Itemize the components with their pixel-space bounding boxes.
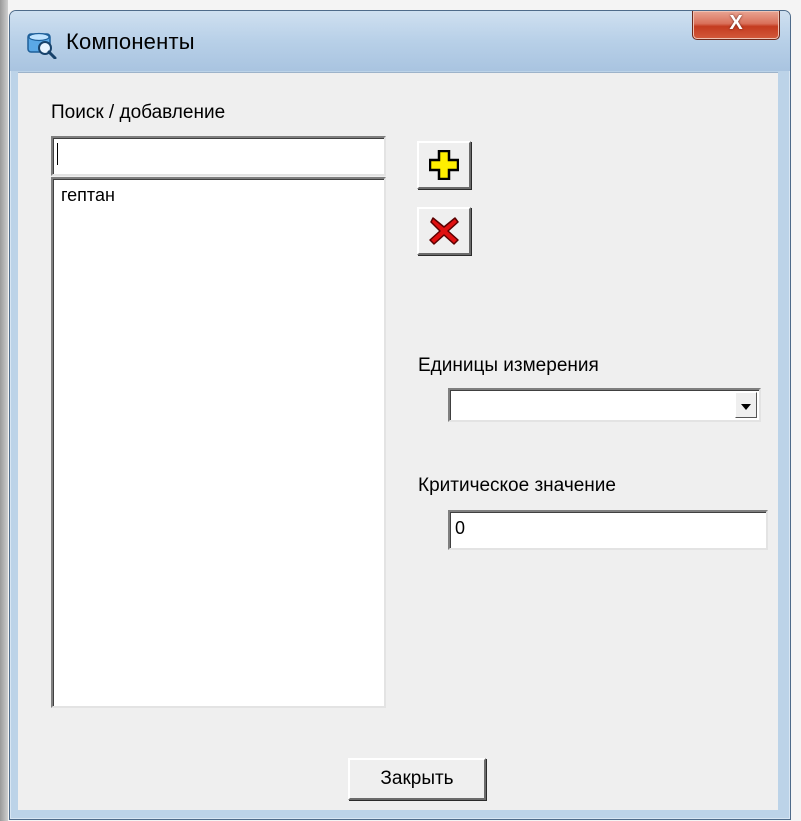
components-app-icon xyxy=(27,32,57,59)
units-label: Единицы измерения xyxy=(418,355,599,376)
critical-value-text: 0 xyxy=(455,518,466,538)
title-bar[interactable]: Компоненты X xyxy=(10,11,790,71)
dialog-window: Компоненты X Поиск / добавление гептан Е… xyxy=(9,10,791,820)
text-caret xyxy=(57,143,58,165)
delete-x-icon xyxy=(429,217,459,245)
close-dialog-button-label: Закрыть xyxy=(380,768,454,789)
add-component-button[interactable] xyxy=(417,141,471,189)
search-label: Поиск / добавление xyxy=(51,102,226,123)
list-item[interactable]: гептан xyxy=(61,185,115,206)
components-list[interactable]: гептан xyxy=(51,177,386,708)
critical-value-label: Критическое значение xyxy=(418,475,616,496)
desktop-background xyxy=(0,0,8,821)
delete-component-button[interactable] xyxy=(417,207,471,255)
window-title: Компоненты xyxy=(66,29,195,54)
plus-icon xyxy=(429,150,459,180)
window-close-button[interactable]: X xyxy=(692,11,780,40)
search-input[interactable] xyxy=(51,136,386,176)
close-dialog-button[interactable]: Закрыть xyxy=(348,758,486,800)
critical-value-input[interactable]: 0 xyxy=(448,510,768,550)
dialog-body: Поиск / добавление гептан Единицы измере… xyxy=(18,72,778,810)
chevron-down-icon[interactable] xyxy=(735,392,757,418)
units-dropdown[interactable] xyxy=(448,388,761,422)
close-icon: X xyxy=(729,12,743,34)
